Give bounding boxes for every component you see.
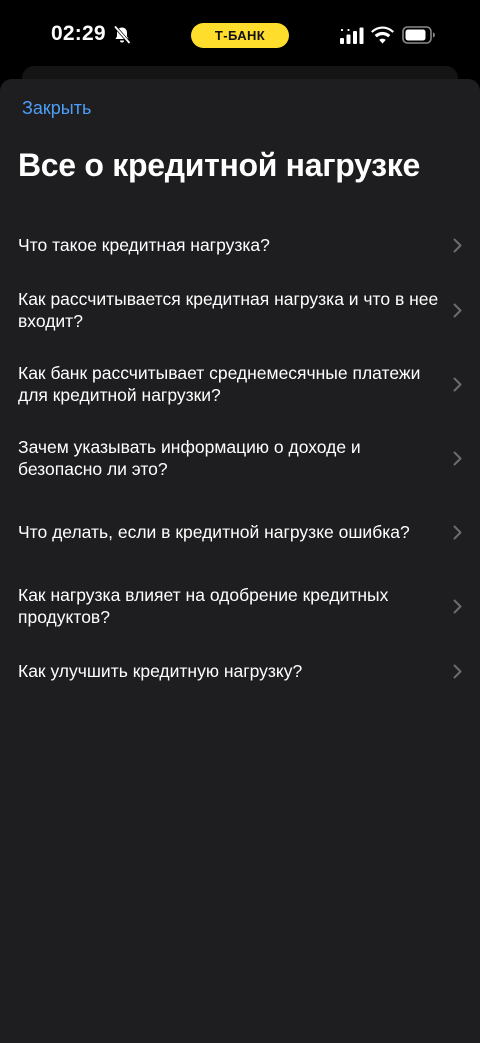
status-bar: 02:29 Т-БАНК <box>0 0 480 70</box>
bottom-sheet: Закрыть Все о кредитной нагрузке Что так… <box>0 79 480 1043</box>
bell-slash-icon <box>113 25 131 45</box>
list-item-label: Что делать, если в кредитной нагрузке ош… <box>18 522 410 542</box>
list-item-label: Как улучшить кредитную нагрузку? <box>18 661 303 681</box>
list-item-monthly-payments[interactable]: Как банк рассчитывает среднемесячные пла… <box>0 354 480 414</box>
list-item-label: Как рассчитывается кредитная нагрузка и … <box>18 289 439 331</box>
list-item-label: Как нагрузка влияет на одобрение кредитн… <box>18 585 389 627</box>
status-time: 02:29 <box>51 22 106 45</box>
carrier-badge: Т-БАНК <box>191 23 289 48</box>
list-item-label: Как банк рассчитывает среднемесячные пла… <box>18 363 421 405</box>
chevron-right-icon <box>453 377 462 391</box>
chevron-right-icon <box>453 238 462 252</box>
list-item-label: Зачем указывать информацию о доходе и бе… <box>18 437 361 479</box>
page-title: Все о кредитной нагрузке <box>18 147 420 183</box>
list-item-what-is-credit-load[interactable]: Что такое кредитная нагрузка? <box>0 215 480 275</box>
chevron-right-icon <box>453 525 462 539</box>
list-item-label: Что такое кредитная нагрузка? <box>18 235 270 255</box>
list-item-improve[interactable]: Как улучшить кредитную нагрузку? <box>0 641 480 701</box>
chevron-right-icon <box>453 303 462 317</box>
wifi-icon <box>371 26 394 44</box>
list-item-approval-impact[interactable]: Как нагрузка влияет на одобрение кредитн… <box>0 576 480 636</box>
list-item-how-calculated[interactable]: Как рассчитывается кредитная нагрузка и … <box>0 280 480 340</box>
close-button[interactable]: Закрыть <box>22 98 91 119</box>
list-item-error[interactable]: Что делать, если в кредитной нагрузке ош… <box>0 502 480 562</box>
chevron-right-icon <box>453 451 462 465</box>
chevron-right-icon <box>453 664 462 678</box>
chevron-right-icon <box>453 599 462 613</box>
list-item-income-info[interactable]: Зачем указывать информацию о доходе и бе… <box>0 428 480 488</box>
cellular-signal-icon <box>340 27 364 44</box>
battery-icon <box>402 26 435 44</box>
